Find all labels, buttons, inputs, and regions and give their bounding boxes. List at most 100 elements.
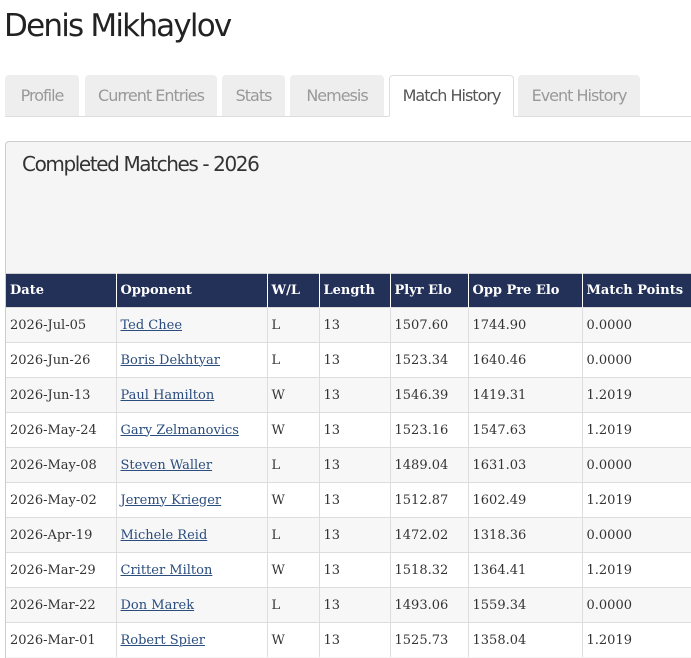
match-opponent-cell: Boris Dekhtyar bbox=[116, 342, 268, 378]
opponent-pre-elo: 1602.49 bbox=[468, 482, 583, 518]
match-history-table: Date Opponent W/L Length Plyr Elo Opp Pr… bbox=[6, 273, 691, 657]
col-header-length[interactable]: Length bbox=[319, 273, 391, 308]
match-length: 13 bbox=[319, 587, 391, 623]
match-date: 2026-Apr-19 bbox=[6, 517, 117, 553]
col-header-wl[interactable]: W/L bbox=[267, 273, 320, 308]
table-row: 2026-Mar-22 Don Marek L 13 1493.06 1559.… bbox=[6, 587, 691, 623]
player-elo: 1512.87 bbox=[390, 482, 469, 518]
opponent-pre-elo: 1547.63 bbox=[468, 412, 583, 448]
tab-nemesis[interactable]: Nemesis bbox=[290, 75, 384, 116]
player-elo: 1507.60 bbox=[390, 307, 469, 343]
match-result: W bbox=[267, 552, 320, 588]
opponent-pre-elo: 1318.36 bbox=[468, 517, 583, 553]
table-row: 2026-May-02 Jeremy Krieger W 13 1512.87 … bbox=[6, 482, 691, 518]
opponent-link[interactable]: Jeremy Krieger bbox=[121, 493, 222, 508]
match-result: W bbox=[267, 482, 320, 518]
opponent-link[interactable]: Steven Waller bbox=[121, 458, 213, 473]
match-length: 13 bbox=[319, 447, 391, 483]
opponent-pre-elo: 1419.31 bbox=[468, 377, 583, 413]
match-opponent-cell: Steven Waller bbox=[116, 447, 268, 483]
match-opponent-cell: Michele Reid bbox=[116, 517, 268, 553]
match-opponent-cell: Robert Spier bbox=[116, 622, 268, 657]
match-points: 0.0000 bbox=[582, 342, 691, 378]
match-points: 0.0000 bbox=[582, 587, 691, 623]
match-points: 1.2019 bbox=[582, 622, 691, 657]
player-elo: 1472.02 bbox=[390, 517, 469, 553]
tab-divider bbox=[5, 116, 691, 117]
tab-stats[interactable]: Stats bbox=[222, 75, 285, 116]
table-row: 2026-May-24 Gary Zelmanovics W 13 1523.1… bbox=[6, 412, 691, 448]
col-header-plyr-elo[interactable]: Plyr Elo bbox=[390, 273, 469, 308]
match-date: 2026-Jun-13 bbox=[6, 377, 117, 413]
tab-match-history[interactable]: Match History bbox=[389, 75, 514, 117]
match-result: L bbox=[267, 517, 320, 553]
match-points: 1.2019 bbox=[582, 377, 691, 413]
match-points: 0.0000 bbox=[582, 447, 691, 483]
match-length: 13 bbox=[319, 342, 391, 378]
opponent-link[interactable]: Robert Spier bbox=[121, 633, 206, 648]
opponent-pre-elo: 1640.46 bbox=[468, 342, 583, 378]
tab-bar: Profile Current Entries Stats Nemesis Ma… bbox=[0, 75, 691, 117]
table-row: 2026-Jun-26 Boris Dekhtyar L 13 1523.34 … bbox=[6, 342, 691, 378]
opponent-link[interactable]: Ted Chee bbox=[121, 318, 183, 333]
table-row: 2026-Jun-13 Paul Hamilton W 13 1546.39 1… bbox=[6, 377, 691, 413]
col-header-opp-pre-elo[interactable]: Opp Pre Elo bbox=[468, 273, 583, 308]
match-result: W bbox=[267, 622, 320, 657]
player-elo: 1546.39 bbox=[390, 377, 469, 413]
match-length: 13 bbox=[319, 377, 391, 413]
table-row: 2026-May-08 Steven Waller L 13 1489.04 1… bbox=[6, 447, 691, 483]
match-points: 0.0000 bbox=[582, 307, 691, 343]
match-date: 2026-Mar-22 bbox=[6, 587, 117, 623]
tab-profile[interactable]: Profile bbox=[5, 75, 79, 116]
table-row: 2026-Mar-29 Critter Milton W 13 1518.32 … bbox=[6, 552, 691, 588]
match-date: 2026-Mar-01 bbox=[6, 622, 117, 657]
match-points: 1.2019 bbox=[582, 552, 691, 588]
match-date: 2026-Mar-29 bbox=[6, 552, 117, 588]
opponent-link[interactable]: Michele Reid bbox=[121, 528, 208, 543]
match-result: L bbox=[267, 447, 320, 483]
tab-current-entries[interactable]: Current Entries bbox=[85, 75, 217, 116]
opponent-pre-elo: 1744.90 bbox=[468, 307, 583, 343]
match-result: L bbox=[267, 307, 320, 343]
match-result: L bbox=[267, 587, 320, 623]
match-date: 2026-May-02 bbox=[6, 482, 117, 518]
match-length: 13 bbox=[319, 552, 391, 588]
match-length: 13 bbox=[319, 517, 391, 553]
match-length: 13 bbox=[319, 412, 391, 448]
tab-event-history[interactable]: Event History bbox=[518, 75, 640, 116]
match-length: 13 bbox=[319, 622, 391, 657]
opponent-pre-elo: 1358.04 bbox=[468, 622, 583, 657]
match-length: 13 bbox=[319, 482, 391, 518]
table-row: 2026-Jul-05 Ted Chee L 13 1507.60 1744.9… bbox=[6, 307, 691, 343]
player-elo: 1518.32 bbox=[390, 552, 469, 588]
match-result: W bbox=[267, 412, 320, 448]
opponent-pre-elo: 1559.34 bbox=[468, 587, 583, 623]
opponent-pre-elo: 1364.41 bbox=[468, 552, 583, 588]
match-opponent-cell: Paul Hamilton bbox=[116, 377, 268, 413]
opponent-link[interactable]: Gary Zelmanovics bbox=[121, 423, 239, 438]
match-opponent-cell: Gary Zelmanovics bbox=[116, 412, 268, 448]
opponent-link[interactable]: Boris Dekhtyar bbox=[121, 353, 220, 368]
opponent-link[interactable]: Paul Hamilton bbox=[121, 388, 215, 403]
match-date: 2026-May-08 bbox=[6, 447, 117, 483]
opponent-link[interactable]: Critter Milton bbox=[121, 563, 213, 578]
match-opponent-cell: Ted Chee bbox=[116, 307, 268, 343]
match-result: L bbox=[267, 342, 320, 378]
player-elo: 1523.16 bbox=[390, 412, 469, 448]
col-header-match-points[interactable]: Match Points bbox=[582, 273, 691, 308]
table-row: 2026-Apr-19 Michele Reid L 13 1472.02 13… bbox=[6, 517, 691, 553]
match-date: 2026-Jul-05 bbox=[6, 307, 117, 343]
panel-title: Completed Matches - 2026 bbox=[22, 152, 260, 176]
opponent-pre-elo: 1631.03 bbox=[468, 447, 583, 483]
player-elo: 1525.73 bbox=[390, 622, 469, 657]
match-result: W bbox=[267, 377, 320, 413]
match-date: 2026-May-24 bbox=[6, 412, 117, 448]
table-header-row: Date Opponent W/L Length Plyr Elo Opp Pr… bbox=[6, 273, 691, 308]
match-opponent-cell: Critter Milton bbox=[116, 552, 268, 588]
match-points: 0.0000 bbox=[582, 517, 691, 553]
col-header-opponent[interactable]: Opponent bbox=[116, 273, 268, 308]
match-opponent-cell: Jeremy Krieger bbox=[116, 482, 268, 518]
opponent-link[interactable]: Don Marek bbox=[121, 598, 195, 613]
col-header-date[interactable]: Date bbox=[6, 273, 117, 308]
player-elo: 1493.06 bbox=[390, 587, 469, 623]
